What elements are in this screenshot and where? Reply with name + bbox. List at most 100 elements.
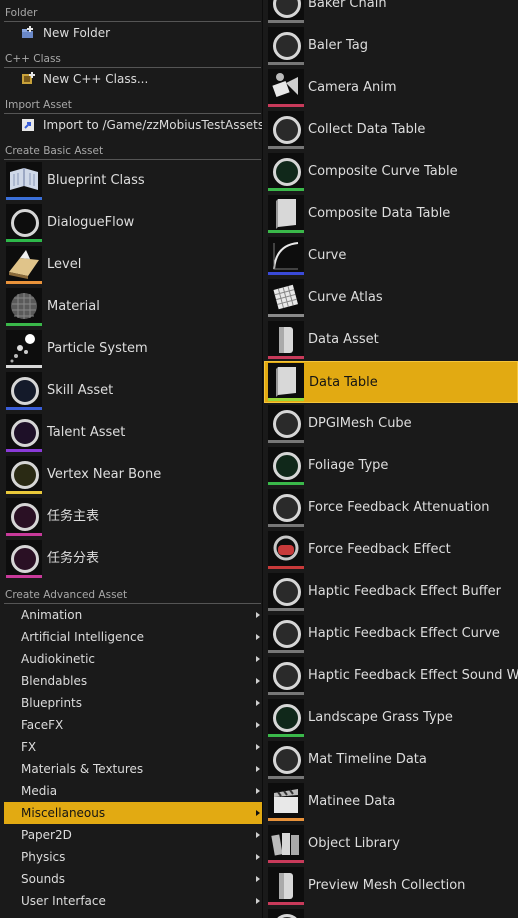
misc-asset-label: Foliage Type — [308, 458, 389, 473]
misc-asset-foliage-type[interactable]: Foliage Type — [264, 445, 518, 487]
quest-main-table-icon — [6, 498, 42, 536]
cpp-class-icon — [22, 72, 35, 84]
composite-data-table-icon — [268, 195, 304, 233]
misc-asset-matinee-data[interactable]: Matinee Data — [264, 781, 518, 823]
composite-curve-table-icon — [268, 153, 304, 191]
misc-asset-label: Curve Atlas — [308, 290, 383, 305]
category-sounds[interactable]: Sounds — [4, 868, 262, 890]
new-folder-label: New Folder — [43, 26, 111, 40]
misc-asset-curve[interactable]: Curve — [264, 235, 518, 277]
misc-asset-object-library[interactable]: Object Library — [264, 823, 518, 865]
category-materials-textures[interactable]: Materials & Textures — [4, 758, 262, 780]
level-icon — [6, 246, 42, 284]
category-fx[interactable]: FX — [4, 736, 262, 758]
basic-asset-skill-asset[interactable]: Skill Asset — [4, 370, 261, 412]
landscape-grass-type-icon — [268, 699, 304, 737]
chevron-right-icon — [256, 744, 260, 750]
category-audiokinetic[interactable]: Audiokinetic — [4, 648, 262, 670]
section-header-basic: Create Basic Asset — [5, 145, 104, 157]
chevron-right-icon — [256, 612, 260, 618]
quest-sub-table-icon — [6, 540, 42, 578]
category-label: Materials & Textures — [21, 762, 144, 776]
chevron-right-icon — [256, 656, 260, 662]
basic-asset-particle-system[interactable]: Particle System — [4, 328, 261, 370]
misc-asset-camera-anim[interactable]: Camera Anim — [264, 67, 518, 109]
curve-icon — [268, 237, 304, 275]
preview-mesh-collection-icon — [268, 867, 304, 905]
material-icon — [6, 288, 42, 326]
misc-asset-force-feedback-effect[interactable]: Force Feedback Effect — [264, 529, 518, 571]
misc-asset-label: Force Feedback Effect — [308, 542, 451, 557]
talent-asset-icon — [6, 414, 42, 452]
separator — [4, 21, 261, 22]
misc-asset-label: Haptic Feedback Effect Sound Wave — [308, 668, 518, 683]
misc-asset-label: Object Library — [308, 836, 400, 851]
category-blueprints[interactable]: Blueprints — [4, 692, 262, 714]
basic-asset-label: DialogueFlow — [47, 215, 135, 230]
category-label: FX — [21, 740, 37, 754]
misc-asset-composite-data-table[interactable]: Composite Data Table — [264, 193, 518, 235]
misc-asset-haptic-feedback-effect-buffer[interactable]: Haptic Feedback Effect Buffer — [264, 571, 518, 613]
category-paper2d[interactable]: Paper2D — [4, 824, 262, 846]
category-miscellaneous[interactable]: Miscellaneous — [4, 802, 262, 824]
new-folder-icon — [22, 26, 33, 38]
chevron-right-icon — [256, 876, 260, 882]
basic-asset-material[interactable]: Material — [4, 286, 261, 328]
misc-asset-composite-curve-table[interactable]: Composite Curve Table — [264, 151, 518, 193]
section-header-advanced: Create Advanced Asset — [5, 589, 128, 601]
basic-asset-quest-main-table[interactable]: 任务主表 — [4, 496, 261, 538]
category-animation[interactable]: Animation — [4, 604, 262, 626]
basic-asset-label: 任务主表 — [47, 509, 100, 524]
misc-asset-landscape-grass-type[interactable]: Landscape Grass Type — [264, 697, 518, 739]
misc-asset-haptic-feedback-effect-sound-wave[interactable]: Haptic Feedback Effect Sound Wave — [264, 655, 518, 697]
basic-asset-label: 任务分表 — [47, 551, 100, 566]
new-cpp-class-item[interactable]: New C++ Class... — [20, 69, 260, 89]
force-feedback-attenuation-icon — [268, 489, 304, 527]
category-media[interactable]: Media — [4, 780, 262, 802]
misc-asset-data-table[interactable]: Data Table — [264, 361, 518, 403]
basic-asset-vertex-near-bone[interactable]: Vertex Near Bone — [4, 454, 261, 496]
misc-asset-label: Force Feedback Attenuation — [308, 500, 490, 515]
chevron-right-icon — [256, 810, 260, 816]
misc-asset-baler-tag[interactable]: Baler Tag — [264, 25, 518, 67]
misc-asset-force-feedback-attenuation[interactable]: Force Feedback Attenuation — [264, 487, 518, 529]
category-blendables[interactable]: Blendables — [4, 670, 262, 692]
category-artificial-intelligence[interactable]: Artificial Intelligence — [4, 626, 262, 648]
import-item[interactable]: Import to /Game/zzMobiusTestAssets... — [20, 115, 262, 135]
misc-asset-label: Preview Mesh Collection — [308, 878, 466, 893]
basic-asset-dialogueflow[interactable]: DialogueFlow — [4, 202, 261, 244]
basic-asset-blueprint-class[interactable]: Blueprint Class — [4, 160, 261, 202]
misc-asset-haptic-feedback-effect-curve[interactable]: Haptic Feedback Effect Curve — [264, 613, 518, 655]
mat-timeline-data-icon — [268, 741, 304, 779]
misc-asset-preview-mesh-collection[interactable]: Preview Mesh Collection — [264, 865, 518, 907]
section-header-cpp: C++ Class — [5, 53, 61, 65]
misc-asset-label: Slate Vector Art Data — [308, 907, 445, 918]
basic-asset-label: Skill Asset — [47, 383, 114, 398]
misc-asset-data-asset[interactable]: Data Asset — [264, 319, 518, 361]
chevron-right-icon — [256, 700, 260, 706]
misc-asset-collect-data-table[interactable]: Collect Data Table — [264, 109, 518, 151]
category-label: Blendables — [21, 674, 88, 688]
import-icon — [22, 119, 34, 131]
misc-asset-baker-chain[interactable]: Baker Chain — [264, 0, 518, 25]
separator — [4, 67, 261, 68]
import-label: Import to /Game/zzMobiusTestAssets... — [43, 118, 262, 132]
basic-asset-quest-sub-table[interactable]: 任务分表 — [4, 538, 261, 580]
category-user-interface[interactable]: User Interface — [4, 890, 262, 912]
basic-asset-talent-asset[interactable]: Talent Asset — [4, 412, 261, 454]
basic-asset-label: Material — [47, 299, 100, 314]
category-label: Audiokinetic — [21, 652, 96, 666]
misc-asset-slate-vector-art-data[interactable]: Slate Vector Art Data — [264, 907, 518, 918]
dialogueflow-icon — [6, 204, 42, 242]
misc-asset-mat-timeline-data[interactable]: Mat Timeline Data — [264, 739, 518, 781]
misc-asset-dpgimesh-cube[interactable]: DPGIMesh Cube — [264, 403, 518, 445]
section-header-import: Import Asset — [5, 99, 72, 111]
category-label: Miscellaneous — [21, 806, 106, 820]
basic-asset-level[interactable]: Level — [4, 244, 261, 286]
misc-asset-curve-atlas[interactable]: Curve Atlas — [264, 277, 518, 319]
basic-asset-label: Particle System — [47, 341, 148, 356]
new-folder-item[interactable]: New Folder — [20, 23, 260, 43]
chevron-right-icon — [256, 898, 260, 904]
category-physics[interactable]: Physics — [4, 846, 262, 868]
category-facefx[interactable]: FaceFX — [4, 714, 262, 736]
